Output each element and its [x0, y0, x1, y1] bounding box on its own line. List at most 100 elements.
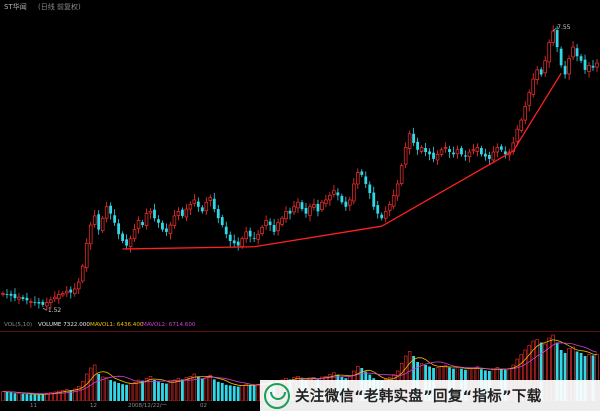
- candle-body: [380, 214, 384, 219]
- trendlines-group: [122, 73, 562, 250]
- candle-body: [587, 64, 591, 72]
- candle-body: [479, 148, 483, 155]
- candle-body: [300, 202, 304, 210]
- candle-body: [153, 209, 156, 219]
- volume-bar: [17, 393, 21, 401]
- candle-body: [84, 242, 89, 269]
- candle-body: [344, 201, 348, 207]
- volume-bar: [41, 394, 45, 401]
- candle-body: [37, 302, 41, 304]
- candle-body: [161, 222, 164, 230]
- candle-body: [196, 201, 200, 207]
- candle-body: [360, 171, 364, 175]
- chart-title-bar: ST华闻 (日线 前复权): [0, 0, 600, 14]
- adjust-mode-label[interactable]: (日线 前复权): [38, 0, 81, 14]
- candle-body: [49, 299, 53, 303]
- volume-bar: [121, 384, 124, 401]
- high-price-marker: [552, 27, 557, 32]
- candle-body: [452, 152, 455, 155]
- candle-body: [435, 153, 440, 161]
- volume-bar: [180, 379, 184, 401]
- candle-body: [29, 301, 33, 303]
- candle-body: [547, 42, 551, 63]
- candle-body: [487, 154, 491, 159]
- stock-name[interactable]: ST华闻: [4, 0, 27, 14]
- candle-body: [5, 294, 9, 295]
- volume-bar: [132, 382, 137, 401]
- candle-body: [76, 281, 81, 290]
- volume-bar: [1, 391, 5, 401]
- candle-body: [248, 230, 252, 237]
- candle-body: [292, 206, 296, 213]
- candle-body: [264, 220, 268, 227]
- candle-body: [304, 207, 308, 214]
- volume-bar: [240, 385, 244, 401]
- candle-body: [1, 293, 5, 295]
- candle-body: [280, 217, 284, 225]
- mavol1-value: MAVOL1: 6436.400: [90, 322, 144, 328]
- trendline-base: [122, 246, 255, 250]
- candle-body: [128, 238, 133, 248]
- candle-body: [256, 233, 260, 240]
- volume-bar: [100, 376, 105, 401]
- trendline-upper: [512, 73, 562, 152]
- candle-body: [57, 294, 61, 300]
- candlestick-chart[interactable]: 7.55 1.52: [0, 14, 600, 320]
- wechat-logo-icon: [264, 382, 290, 409]
- candle-body: [352, 183, 356, 202]
- candle-body: [9, 293, 13, 296]
- vol-indicator-label[interactable]: VOL(5,10): [4, 320, 32, 330]
- candle-body: [240, 238, 244, 248]
- candle-body: [348, 199, 352, 206]
- volume-bar: [212, 379, 216, 401]
- volume-bar: [157, 381, 160, 401]
- candle-body: [467, 151, 472, 157]
- candle-body: [232, 240, 236, 244]
- candle-body: [464, 155, 467, 157]
- volume-bar: [232, 386, 236, 401]
- candle-body: [483, 153, 487, 157]
- candle-body: [204, 201, 209, 212]
- volume-bar: [5, 392, 9, 401]
- candle-body: [97, 214, 101, 230]
- candle-body: [399, 165, 404, 184]
- candle-body: [575, 48, 579, 57]
- candle-body: [551, 30, 555, 43]
- candle-body: [340, 195, 344, 203]
- candle-body: [495, 147, 500, 153]
- candle-body: [531, 78, 535, 95]
- candle-body: [276, 222, 280, 232]
- candle-body: [432, 152, 435, 159]
- candle-body: [224, 226, 228, 235]
- candle-body: [391, 195, 396, 207]
- volume-bar: [200, 378, 204, 401]
- candle-body: [104, 206, 109, 219]
- candle-body: [455, 149, 460, 155]
- candle-body: [41, 301, 45, 305]
- candle-body: [519, 119, 524, 131]
- candle-body: [184, 208, 189, 218]
- volume-bar: [21, 393, 25, 401]
- candle-body: [503, 151, 507, 155]
- candle-body: [216, 209, 220, 219]
- volume-bar: [236, 386, 240, 401]
- candle-body: [403, 147, 408, 165]
- time-tick: 12: [90, 403, 97, 409]
- candle-body: [268, 221, 272, 226]
- volume-bar: [13, 393, 17, 401]
- candle-body: [288, 210, 292, 214]
- candle-body: [383, 210, 388, 219]
- candle-body: [579, 56, 583, 61]
- candle-body: [543, 60, 547, 74]
- candle-body: [212, 198, 216, 210]
- candle-body: [180, 209, 184, 216]
- candle-body: [308, 206, 312, 216]
- candle-body: [395, 183, 400, 197]
- candle-body: [53, 296, 57, 300]
- candle-body: [364, 176, 368, 184]
- volume-bar: [172, 379, 177, 401]
- candle-body: [559, 48, 563, 66]
- candle-body: [407, 133, 412, 149]
- volume-bar: [73, 388, 77, 401]
- candle-body: [416, 141, 420, 150]
